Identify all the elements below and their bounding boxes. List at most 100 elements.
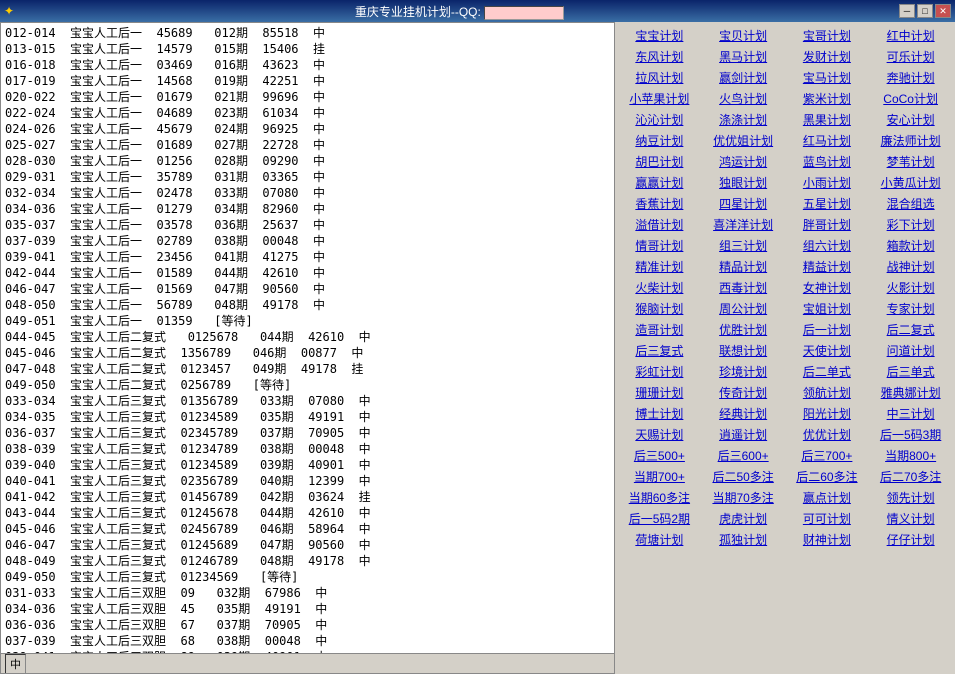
qq-input[interactable]	[484, 6, 564, 20]
plan-link[interactable]: 宝贝计划	[703, 26, 784, 45]
plan-link[interactable]: 奔驰计划	[870, 68, 951, 87]
plan-link[interactable]: 战神计划	[870, 257, 951, 276]
plan-link[interactable]: 后三500+	[619, 446, 700, 465]
plan-link[interactable]: 宝姐计划	[787, 299, 868, 318]
plan-link[interactable]: 宝马计划	[787, 68, 868, 87]
plan-link[interactable]: 当期70多注	[703, 488, 784, 507]
plan-link[interactable]: 香蕉计划	[619, 194, 700, 213]
plan-link[interactable]: 经典计划	[703, 404, 784, 423]
plan-link[interactable]: 梦苇计划	[870, 152, 951, 171]
plan-link[interactable]: 荷塘计划	[619, 530, 700, 549]
plan-link[interactable]: 涤涤计划	[703, 110, 784, 129]
plan-link[interactable]: 组三计划	[703, 236, 784, 255]
plan-link[interactable]: 阳光计划	[787, 404, 868, 423]
plan-link[interactable]: 猴脑计划	[619, 299, 700, 318]
plan-link[interactable]: 珊珊计划	[619, 383, 700, 402]
plan-link[interactable]: 小黄瓜计划	[870, 173, 951, 192]
plan-link[interactable]: 喜洋洋计划	[703, 215, 784, 234]
plan-link[interactable]: 天赐计划	[619, 425, 700, 444]
plan-link[interactable]: 后三复式	[619, 341, 700, 360]
plan-link[interactable]: 情哥计划	[619, 236, 700, 255]
plan-link[interactable]: 天使计划	[787, 341, 868, 360]
plan-link[interactable]: 后三700+	[787, 446, 868, 465]
plan-link[interactable]: 精品计划	[703, 257, 784, 276]
plan-link[interactable]: 后三600+	[703, 446, 784, 465]
maximize-button[interactable]: □	[917, 4, 933, 18]
plan-link[interactable]: 红中计划	[870, 26, 951, 45]
plan-link[interactable]: 领先计划	[870, 488, 951, 507]
plan-link[interactable]: 问道计划	[870, 341, 951, 360]
plan-link[interactable]: 发财计划	[787, 47, 868, 66]
plan-link[interactable]: 造哥计划	[619, 320, 700, 339]
plan-link[interactable]: 当期700+	[619, 467, 700, 486]
plan-link[interactable]: 纳豆计划	[619, 131, 700, 150]
plan-link[interactable]: 后二复式	[870, 320, 951, 339]
plan-link[interactable]: 后二60多注	[787, 467, 868, 486]
plan-link[interactable]: 箱款计划	[870, 236, 951, 255]
plan-link[interactable]: 赢剑计划	[703, 68, 784, 87]
plan-link[interactable]: 赢赢计划	[619, 173, 700, 192]
plan-link[interactable]: 财神计划	[787, 530, 868, 549]
plan-link[interactable]: 后二70多注	[870, 467, 951, 486]
plan-link[interactable]: 优优计划	[787, 425, 868, 444]
plan-link[interactable]: 独眼计划	[703, 173, 784, 192]
plan-link[interactable]: 红马计划	[787, 131, 868, 150]
plan-link[interactable]: 精益计划	[787, 257, 868, 276]
plan-link[interactable]: 紫米计划	[787, 89, 868, 108]
plan-link[interactable]: 女神计划	[787, 278, 868, 297]
plan-link[interactable]: 后二50多注	[703, 467, 784, 486]
close-button[interactable]: ✕	[935, 4, 951, 18]
plan-link[interactable]: 彩虹计划	[619, 362, 700, 381]
plan-link[interactable]: 组六计划	[787, 236, 868, 255]
plan-link[interactable]: 优胜计划	[703, 320, 784, 339]
plan-link[interactable]: 混合组选	[870, 194, 951, 213]
plan-link[interactable]: 胡巴计划	[619, 152, 700, 171]
plan-link[interactable]: 西毒计划	[703, 278, 784, 297]
plan-link[interactable]: 赢点计划	[787, 488, 868, 507]
plan-link[interactable]: CoCo计划	[870, 89, 951, 108]
plan-link[interactable]: 后一计划	[787, 320, 868, 339]
plan-link[interactable]: 珍境计划	[703, 362, 784, 381]
plan-link[interactable]: 小雨计划	[787, 173, 868, 192]
plan-link[interactable]: 领航计划	[787, 383, 868, 402]
plan-link[interactable]: 宝哥计划	[787, 26, 868, 45]
plan-link[interactable]: 专家计划	[870, 299, 951, 318]
plan-link[interactable]: 拉风计划	[619, 68, 700, 87]
plan-link[interactable]: 沁沁计划	[619, 110, 700, 129]
plan-link[interactable]: 精准计划	[619, 257, 700, 276]
plan-link[interactable]: 小苹果计划	[619, 89, 700, 108]
plan-link[interactable]: 传奇计划	[703, 383, 784, 402]
plan-link[interactable]: 蓝鸟计划	[787, 152, 868, 171]
plan-link[interactable]: 火柴计划	[619, 278, 700, 297]
plan-link[interactable]: 周公计划	[703, 299, 784, 318]
plan-link[interactable]: 鸿运计划	[703, 152, 784, 171]
minimize-button[interactable]: ─	[899, 4, 915, 18]
plan-link[interactable]: 联想计划	[703, 341, 784, 360]
data-scroll-area[interactable]: 012-014 宝宝人工后一 45689 012期 85518 中013-015…	[1, 23, 614, 653]
plan-link[interactable]: 可可计划	[787, 509, 868, 528]
plan-link[interactable]: 火影计划	[870, 278, 951, 297]
plan-link[interactable]: 四星计划	[703, 194, 784, 213]
plan-link[interactable]: 黑果计划	[787, 110, 868, 129]
plan-link[interactable]: 胖哥计划	[787, 215, 868, 234]
plan-link[interactable]: 优优姐计划	[703, 131, 784, 150]
plan-link[interactable]: 溢借计划	[619, 215, 700, 234]
plan-link[interactable]: 黑马计划	[703, 47, 784, 66]
plan-link[interactable]: 五星计划	[787, 194, 868, 213]
plan-link[interactable]: 仔仔计划	[870, 530, 951, 549]
plan-link[interactable]: 虎虎计划	[703, 509, 784, 528]
plan-link[interactable]: 雅典娜计划	[870, 383, 951, 402]
plan-link[interactable]: 安心计划	[870, 110, 951, 129]
plan-link[interactable]: 逍遥计划	[703, 425, 784, 444]
plan-link[interactable]: 后一5码2期	[619, 509, 700, 528]
plan-link[interactable]: 中三计划	[870, 404, 951, 423]
plan-link[interactable]: 当期800+	[870, 446, 951, 465]
plan-link[interactable]: 后二单式	[787, 362, 868, 381]
plan-link[interactable]: 当期60多注	[619, 488, 700, 507]
plan-link[interactable]: 火鸟计划	[703, 89, 784, 108]
plan-link[interactable]: 博士计划	[619, 404, 700, 423]
plan-link[interactable]: 宝宝计划	[619, 26, 700, 45]
plan-link[interactable]: 廉法师计划	[870, 131, 951, 150]
plan-link[interactable]: 情义计划	[870, 509, 951, 528]
plan-link[interactable]: 彩下计划	[870, 215, 951, 234]
